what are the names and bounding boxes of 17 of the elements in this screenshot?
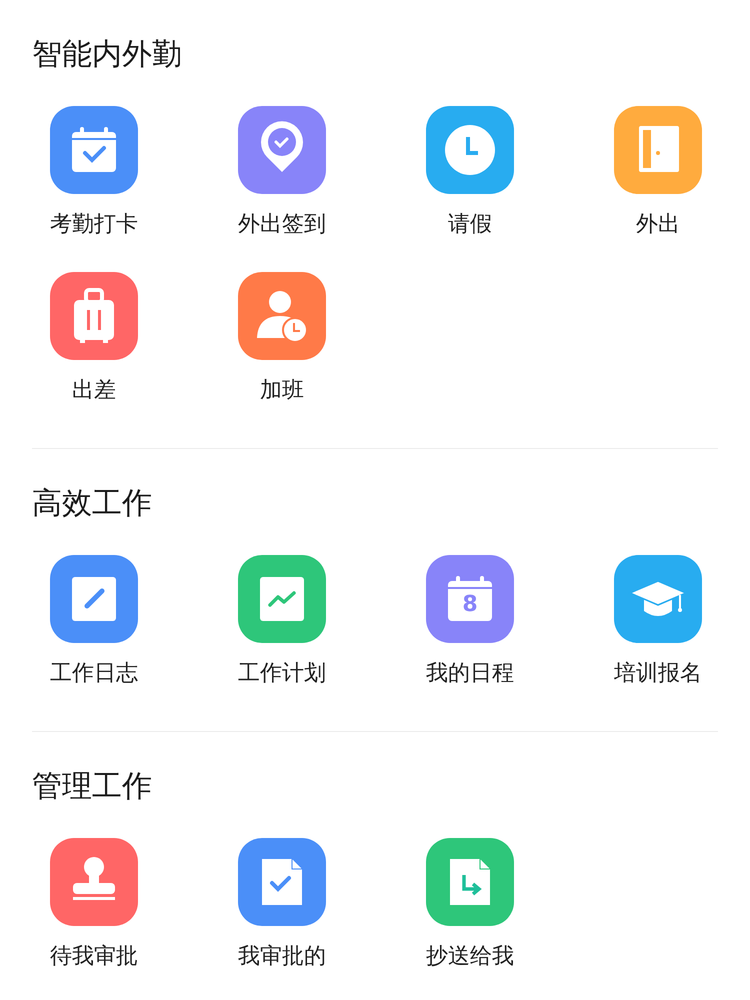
shortcut-button[interactable]: 请假 [426, 106, 514, 238]
shortcut-button[interactable]: 8 我的日程 [426, 555, 514, 687]
shortcut-button[interactable]: 外出 [614, 106, 702, 238]
shortcut-button[interactable]: 待我审批 [50, 838, 138, 970]
shortcut-button[interactable]: 工作计划 [238, 555, 326, 687]
shortcut-button[interactable]: 工作日志 [50, 555, 138, 687]
section-title: 智能内外勤 [32, 36, 182, 74]
shortcut-button[interactable]: 考勤打卡 [50, 106, 138, 238]
shortcut-button[interactable]: 我审批的 [238, 838, 326, 970]
section-title: 高效工作 [32, 485, 152, 523]
shortcut-button[interactable]: 外出签到 [238, 106, 326, 238]
shortcut-button[interactable]: 加班 [238, 272, 326, 404]
shortcut-button[interactable]: 出差 [50, 272, 138, 404]
shortcut-button[interactable]: 培训报名 [614, 555, 702, 687]
calendar-icon: 8 [426, 555, 514, 643]
section-title: 管理工作 [32, 768, 152, 806]
shortcut-button[interactable]: 抄送给我 [426, 838, 514, 970]
